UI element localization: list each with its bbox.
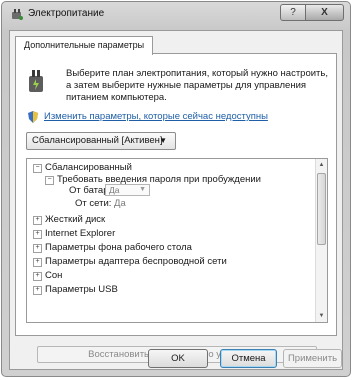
apply-button[interactable]: Применить — [283, 349, 342, 368]
window-title: Электропитание — [28, 8, 105, 19]
scrollbar-thumb[interactable] — [317, 173, 326, 245]
scroll-up-icon[interactable]: ▲ — [316, 159, 327, 171]
on-battery-value: Да — [109, 185, 120, 195]
expand-icon[interactable]: + — [33, 272, 42, 281]
collapse-icon[interactable]: − — [45, 176, 54, 185]
chevron-down-icon: ▼ — [139, 186, 146, 193]
dialog-client-area: Дополнительные параметры Выберите план э… — [9, 30, 343, 370]
tab-advanced-settings[interactable]: Дополнительные параметры — [15, 36, 154, 55]
settings-tree[interactable]: − Сбалансированный − Требовать введения … — [26, 158, 328, 323]
expand-icon[interactable]: + — [33, 286, 42, 295]
power-options-icon — [12, 9, 23, 20]
title-bar: Электропитание ? X — [2, 2, 350, 26]
power-plan-select[interactable]: Сбалансированный [Активен] ▼ — [26, 132, 176, 150]
close-button[interactable]: X — [305, 4, 344, 21]
description-text: Выберите план электропитания, который ну… — [66, 68, 328, 103]
tree-item-on-ac[interactable]: От сети: Да — [75, 197, 126, 210]
power-plan-icon — [29, 70, 43, 92]
help-button[interactable]: ? — [280, 4, 306, 21]
on-ac-value: Да — [114, 198, 126, 209]
power-options-window: Электропитание ? X Дополнительные параме… — [1, 1, 351, 377]
chevron-down-icon: ▼ — [159, 136, 167, 145]
scroll-down-icon[interactable]: ▼ — [316, 310, 327, 322]
on-ac-label: От сети: — [75, 198, 112, 209]
tree-scrollbar[interactable]: ▲ ▼ — [315, 159, 327, 322]
shield-icon — [28, 111, 38, 123]
advanced-settings-panel: Выберите план электропитания, который ну… — [15, 53, 337, 336]
on-battery-select[interactable]: Да ▼ — [105, 184, 150, 196]
expand-icon[interactable]: + — [33, 258, 42, 267]
ok-button[interactable]: OK — [148, 349, 208, 368]
power-plan-select-value: Сбалансированный [Активен] — [32, 135, 163, 146]
cancel-button[interactable]: Отмена — [220, 349, 277, 368]
expand-icon[interactable]: + — [33, 216, 42, 225]
expand-icon[interactable]: + — [33, 244, 42, 253]
expand-icon[interactable]: + — [33, 230, 42, 239]
collapse-icon[interactable]: − — [33, 164, 42, 173]
change-unavailable-settings-link[interactable]: Изменить параметры, которые сейчас недос… — [44, 111, 268, 122]
